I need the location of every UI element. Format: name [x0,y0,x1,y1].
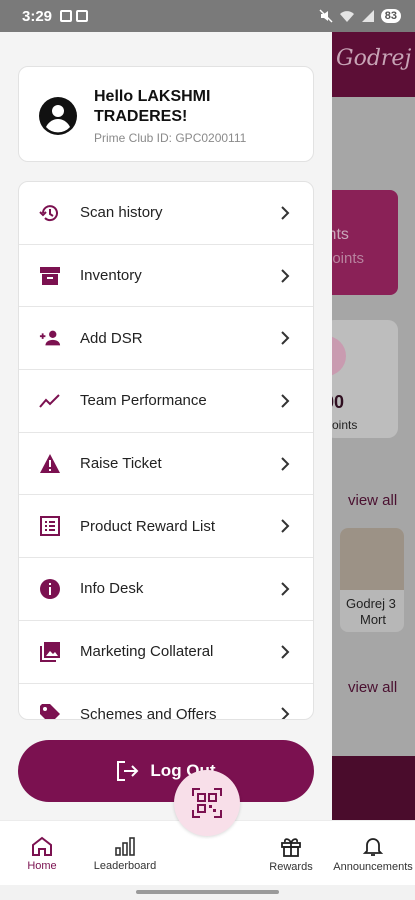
chevron-right-icon [281,268,290,283]
chevron-right-icon [281,707,290,719]
bg-stat-value: 00 [332,392,345,412]
chevron-right-icon [281,206,290,220]
bg-stat-card: 00 Points [332,320,398,438]
screenshot-icon [60,10,73,22]
bg-product-image [340,528,404,590]
add-person-icon [39,327,61,349]
bg-points-text: ints [332,226,349,243]
profile-card: Hello LAKSHMI TRADERES! Prime Club ID: G… [18,66,314,162]
bg-product-name: Godrej 3 [346,596,396,611]
chevron-right-icon [281,644,290,659]
menu-item-inventory[interactable]: Inventory [19,245,313,308]
menu-item-label: Product Reward List [80,517,216,535]
menu-item-label: Raise Ticket [80,455,162,473]
godrej-logo: Godrej [336,46,412,71]
nav-home-label: Home [27,859,57,872]
wifi-icon [339,11,354,22]
chevron-right-icon [281,394,290,408]
drawer-menu: Scan history Inventory Add DSR Team Perf… [18,181,314,720]
system-gesture-bar [0,885,415,900]
menu-item-raise-ticket[interactable]: Raise Ticket [19,433,313,496]
chevron-right-icon [281,519,290,533]
menu-item-product-reward-list[interactable]: Product Reward List [19,495,313,559]
nav-leaderboard-label: Leaderboard [93,859,157,872]
bg-stat-icon [332,336,346,376]
status-bar: 3:29 83 [0,0,415,32]
tag-icon [39,703,61,719]
menu-item-add-dsr[interactable]: Add DSR [19,307,313,371]
nav-leaderboard[interactable]: Leaderboard [90,821,160,886]
bell-icon [362,837,384,856]
menu-item-marketing-collateral[interactable]: Marketing Collateral [19,621,313,684]
menu-item-scan-history[interactable]: Scan history [19,182,313,245]
status-time: 3:29 [22,7,53,25]
list-icon [39,515,61,537]
bg-product-card: Godrej 3 Mort [340,528,404,632]
system-icons: 83 [319,9,401,23]
menu-item-label: Add DSR [80,329,143,347]
nav-announcements[interactable]: Announcements [333,821,413,886]
scan-qr-button[interactable] [174,770,240,836]
notification-icons [60,10,89,22]
bg-product-name-2: Mort [360,612,386,627]
menu-item-label: Inventory [80,267,142,285]
battery-indicator: 83 [380,9,401,23]
warning-icon [39,453,61,475]
signal-icon [361,10,374,22]
nav-rewards[interactable]: Rewards [264,821,318,886]
home-icon [32,836,52,856]
leaderboard-icon [115,836,135,856]
history-icon [39,202,61,224]
gallery-icon [39,641,61,663]
bg-view-all-link-2: view all [348,679,398,696]
menu-item-label: Info Desk [80,580,144,598]
mute-icon [319,9,333,23]
logout-button[interactable]: Log Out [18,740,314,802]
info-icon [39,578,61,600]
gesture-handle[interactable] [136,890,279,894]
bg-header: Godrej [332,32,415,97]
menu-item-label: Marketing Collateral [80,643,214,661]
greeting: Hello LAKSHMI TRADERES! [94,88,211,125]
menu-item-label: Schemes and Offers [80,705,217,720]
menu-item-label: Scan history [80,204,163,222]
trend-icon [39,390,61,412]
bg-view-all-link: view all [348,492,398,509]
bg-points-subtext: points [332,250,365,267]
bg-bottom-banner [332,756,415,820]
avatar-icon [39,97,77,135]
menu-item-schemes-and-offers[interactable]: Schemes and Offers [19,684,313,720]
chevron-right-icon [281,456,290,471]
nav-announcements-label: Announcements [333,860,413,873]
nav-home[interactable]: Home [18,821,66,886]
bg-stat-label: Points [332,418,358,432]
club-id: Prime Club ID: GPC0200111 [94,131,247,145]
teams-icon [76,10,89,22]
menu-item-label: Team Performance [80,392,207,410]
qr-code-icon [192,788,222,818]
gift-icon [281,837,301,857]
menu-item-info-desk[interactable]: Info Desk [19,558,313,621]
bg-points-card: ints points [332,190,398,295]
nav-rewards-label: Rewards [269,860,313,873]
menu-item-team-performance[interactable]: Team Performance [19,370,313,433]
chevron-right-icon [281,331,290,345]
logout-icon [117,761,139,781]
navigation-drawer: Hello LAKSHMI TRADERES! Prime Club ID: G… [0,32,332,820]
background-home-screen[interactable]: Godrej ints points 00 Points view all Go… [332,32,415,820]
archive-icon [39,265,61,287]
chevron-right-icon [281,582,290,596]
